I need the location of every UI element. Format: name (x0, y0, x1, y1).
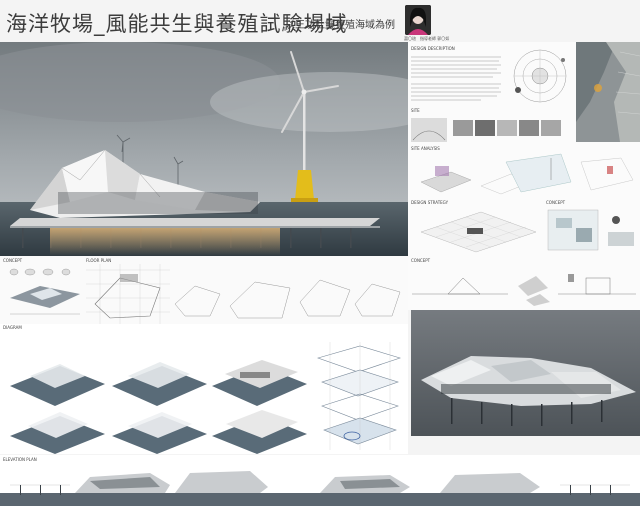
diagram-heading: DIAGRAM (3, 325, 22, 330)
concept-strip: CONCEPT (408, 256, 640, 310)
concept-heading-right: CONCEPT (546, 200, 566, 205)
concept-diagram-right (546, 206, 638, 254)
axonometric-render (411, 310, 640, 436)
floor-plan-heading: FLOOR PLAN (86, 258, 112, 263)
info-panel: DESIGN DESCRIPTION SITE SITE ANALYSIS DE… (408, 42, 640, 256)
diagram-panel: DIAGRAM (0, 324, 408, 454)
site-circle-diagram (508, 46, 573, 106)
elevation-strip: ELEVATION PLAN (0, 455, 640, 506)
description-text-block (411, 54, 503, 104)
concept-heading-left: CONCEPT (3, 258, 23, 263)
aerial-map (576, 42, 640, 142)
concept-heading-right2: CONCEPT (411, 258, 431, 263)
elevation-plan-heading: ELEVATION PLAN (3, 457, 37, 462)
concept-floorplan-panel: CONCEPT FLOOR PLAN (0, 256, 408, 324)
design-strategy-grid (411, 206, 541, 254)
author-photo (405, 5, 431, 35)
site-photos (411, 114, 571, 144)
site-analysis-diagrams (411, 152, 639, 202)
design-description-heading: DESIGN DESCRIPTION (411, 46, 455, 51)
site-heading: SITE (411, 108, 420, 113)
site-analysis-heading: SITE ANALYSIS (411, 146, 440, 151)
design-strategy-heading: DESIGN STRATEGY (411, 200, 449, 205)
hero-render (0, 42, 408, 256)
poster-subtitle: 以王功杜鱺養殖海域為例 (285, 20, 395, 31)
